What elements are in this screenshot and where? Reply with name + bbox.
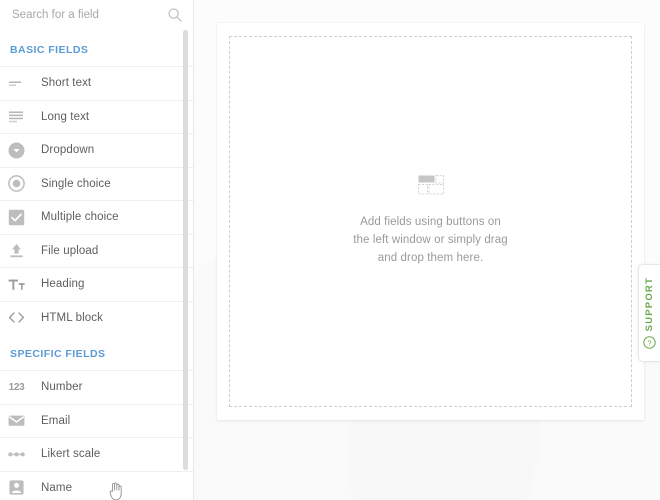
field-item-label: Dropdown (41, 144, 95, 157)
field-item-multiple-choice[interactable]: Multiple choice (0, 200, 193, 234)
heading-icon (7, 275, 26, 294)
field-item-label: Number (41, 381, 83, 394)
field-item-label: Email (41, 414, 71, 427)
support-tab[interactable]: SUPPORT ? (638, 264, 660, 362)
field-item-single-choice[interactable]: Single choice (0, 166, 193, 200)
svg-text:?: ? (647, 339, 651, 348)
form-card: Add fields using buttons on the left win… (217, 23, 644, 420)
number-icon-glyph: 123 (8, 381, 25, 393)
dropzone-message: Add fields using buttons on the left win… (353, 216, 508, 264)
form-dropzone[interactable]: Add fields using buttons on the left win… (229, 36, 632, 407)
section-header-basic-fields: BASIC FIELDS (0, 30, 193, 66)
field-item-html-block[interactable]: HTML block (0, 300, 193, 334)
field-item-likert-scale[interactable]: Likert scale (0, 437, 193, 471)
form-canvas: Add fields using buttons on the left win… (194, 0, 660, 500)
field-item-name[interactable]: Name (0, 470, 193, 500)
field-item-label: Heading (41, 278, 85, 291)
drag-drop-placeholder-icon (417, 175, 444, 200)
field-item-label: Single choice (41, 177, 111, 190)
number-icon: 123 (7, 378, 26, 397)
code-brackets-icon (7, 308, 26, 327)
field-item-dropdown[interactable]: Dropdown (0, 133, 193, 167)
field-item-label: HTML block (41, 311, 103, 324)
dropdown-icon (7, 141, 26, 160)
fields-sidebar: BASIC FIELDS Short text Long text (0, 0, 194, 500)
field-item-long-text[interactable]: Long text (0, 99, 193, 133)
field-item-file-upload[interactable]: File upload (0, 233, 193, 267)
field-item-short-text[interactable]: Short text (0, 66, 193, 100)
form-builder-app: BASIC FIELDS Short text Long text (0, 0, 660, 500)
field-item-number[interactable]: 123 Number (0, 370, 193, 404)
field-item-label: Likert scale (41, 448, 101, 461)
person-icon (7, 478, 26, 497)
question-circle-icon: ? (643, 336, 656, 349)
section-header-specific-fields: SPECIFIC FIELDS (0, 334, 193, 370)
short-text-icon (7, 74, 26, 93)
sidebar-scrollbar-track[interactable] (183, 0, 191, 500)
envelope-icon (7, 411, 26, 430)
field-item-label: Name (41, 481, 73, 494)
checkbox-icon (7, 208, 26, 227)
search-icon[interactable] (167, 7, 183, 23)
long-text-icon (7, 107, 26, 126)
field-item-heading[interactable]: Heading (0, 267, 193, 301)
upload-icon (7, 241, 26, 260)
support-tab-label: SUPPORT (644, 276, 655, 332)
field-item-label: Multiple choice (41, 211, 119, 224)
field-item-label: File upload (41, 244, 99, 257)
field-item-email[interactable]: Email (0, 403, 193, 437)
search-input[interactable] (12, 9, 167, 21)
radio-button-icon (7, 174, 26, 193)
field-item-label: Long text (41, 110, 90, 123)
field-item-label: Short text (41, 77, 92, 90)
likert-dots-icon (7, 445, 26, 464)
search-bar[interactable] (0, 0, 193, 30)
sidebar-scrollbar-thumb[interactable] (183, 30, 188, 470)
